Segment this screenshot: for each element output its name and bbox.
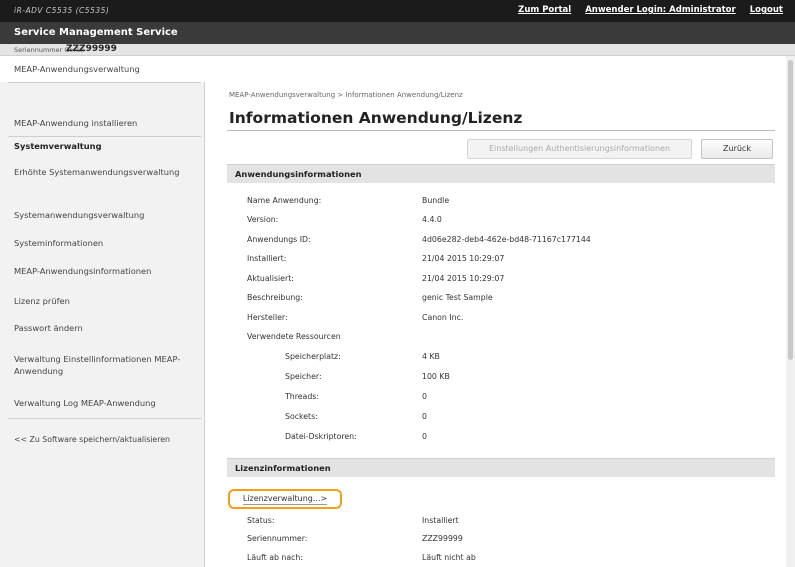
- resource-value: 0: [422, 392, 427, 401]
- license-label: Status:: [247, 516, 275, 525]
- page-title: Informationen Anwendung/Lizenz: [229, 109, 523, 127]
- sidebar-divider: [8, 136, 201, 137]
- info-value: 4.4.0: [422, 215, 442, 224]
- license-value: Läuft nicht ab: [422, 553, 476, 562]
- breadcrumb: MEAP-Anwendungsverwaltung > Informatione…: [229, 91, 463, 99]
- resource-row: Sockets: 0: [205, 412, 795, 426]
- resources-heading-row: Verwendete Ressourcen: [205, 332, 795, 346]
- info-row: Name Anwendung: Bundle: [205, 196, 795, 210]
- top-bar: iR-ADV C5535 (C5535) Zum Portal Anwender…: [0, 0, 795, 22]
- info-row: Hersteller: Canon Inc.: [205, 313, 795, 327]
- license-label: Läuft ab nach:: [247, 553, 303, 562]
- sidebar-item-change-password[interactable]: Passwort ändern: [14, 322, 200, 334]
- app-title: Service Management Service: [14, 27, 178, 38]
- back-button[interactable]: Zurück: [701, 139, 773, 159]
- serial-bar: Seriennummer Gerät: ZZZ99999: [0, 44, 795, 56]
- info-label: Version:: [247, 215, 279, 224]
- info-label: Installiert:: [247, 254, 287, 263]
- portal-link[interactable]: Zum Portal: [518, 5, 571, 15]
- serial-value: ZZZ99999: [66, 44, 117, 54]
- sidebar-divider: [8, 82, 201, 83]
- sidebar: MEAP-Anwendungsverwaltung MEAP-Anwendung…: [0, 56, 205, 567]
- sidebar-item-system-apps[interactable]: Systemanwendungsverwaltung: [14, 209, 200, 221]
- info-value: Bundle: [422, 196, 450, 205]
- resource-label: Speicher:: [285, 372, 322, 381]
- info-label: Beschreibung:: [247, 293, 303, 302]
- info-value: 21/04 2015 10:29:07: [422, 274, 505, 283]
- license-management-label: Lizenzverwaltung...>: [242, 494, 328, 505]
- section-app-info-heading: Anwendungsinformationen: [235, 169, 362, 179]
- section-license-info-heading: Lizenzinformationen: [235, 463, 331, 473]
- info-label: Aktualisiert:: [247, 274, 294, 283]
- resources-label: Verwendete Ressourcen: [247, 332, 341, 341]
- info-value: 4d06e282-deb4-462e-bd48-71167c177144: [422, 235, 591, 244]
- license-value: Installiert: [422, 516, 459, 525]
- sidebar-link-software-update[interactable]: << Zu Software speichern/aktualisieren: [14, 434, 200, 446]
- resource-row: Threads: 0: [205, 392, 795, 406]
- page-scrollbar[interactable]: [786, 56, 795, 567]
- info-row: Installiert: 21/04 2015 10:29:07: [205, 254, 795, 268]
- info-row: Anwendungs ID: 4d06e282-deb4-462e-bd48-71…: [205, 235, 795, 249]
- info-row: Version: 4.4.0: [205, 215, 795, 229]
- user-login-link[interactable]: Anwender Login: Administrator: [585, 5, 736, 15]
- sidebar-item-check-license[interactable]: Lizenz prüfen: [14, 295, 200, 307]
- resource-value: 100 KB: [422, 372, 450, 381]
- info-value: genic Test Sample: [422, 293, 493, 302]
- resource-row: Speicherplatz: 4 KB: [205, 352, 795, 366]
- license-value: ZZZ99999: [422, 534, 463, 543]
- resource-label: Sockets:: [285, 412, 318, 421]
- logout-link[interactable]: Logout: [750, 5, 783, 15]
- resource-value: 0: [422, 432, 427, 441]
- info-label: Anwendungs ID:: [247, 235, 311, 244]
- auth-settings-button[interactable]: Einstellungen Authentisierungsinformatio…: [467, 139, 692, 159]
- scrollbar-thumb[interactable]: [788, 60, 793, 360]
- app-title-bar: Service Management Service: [0, 22, 795, 44]
- sidebar-item-system-info[interactable]: Systeminformationen: [14, 237, 200, 249]
- section-app-info: Anwendungsinformationen: [227, 164, 775, 183]
- sidebar-item-meap-management[interactable]: MEAP-Anwendungsverwaltung: [0, 56, 205, 82]
- sidebar-item-meap-install[interactable]: MEAP-Anwendung installieren: [14, 117, 200, 129]
- resource-value: 4 KB: [422, 352, 440, 361]
- sidebar-item-meap-settings-info[interactable]: Verwaltung Einstellinformationen MEAP-An…: [14, 353, 200, 377]
- license-row: Läuft ab nach: Läuft nicht ab: [205, 553, 795, 567]
- resource-row: Speicher: 100 KB: [205, 372, 795, 386]
- info-label: Name Anwendung:: [247, 196, 322, 205]
- sidebar-item-meap-log[interactable]: Verwaltung Log MEAP-Anwendung: [14, 397, 200, 409]
- sidebar-item-meap-app-info[interactable]: MEAP-Anwendungsinformationen: [14, 265, 200, 277]
- info-row: Aktualisiert: 21/04 2015 10:29:07: [205, 274, 795, 288]
- sidebar-heading-system: Systemverwaltung: [14, 141, 102, 151]
- resource-value: 0: [422, 412, 427, 421]
- info-label: Hersteller:: [247, 313, 288, 322]
- license-row: Status: Installiert: [205, 516, 795, 530]
- top-links: Zum Portal Anwender Login: Administrator…: [518, 5, 783, 15]
- section-license-info: Lizenzinformationen: [227, 458, 775, 477]
- license-row: Seriennummer: ZZZ99999: [205, 534, 795, 548]
- resource-label: Speicherplatz:: [285, 352, 341, 361]
- resource-label: Datei-Dskriptoren:: [285, 432, 357, 441]
- resource-label: Threads:: [285, 392, 319, 401]
- info-value: Canon Inc.: [422, 313, 464, 322]
- sidebar-item-extended-system-apps[interactable]: Erhöhte Systemanwendungsverwaltung: [14, 166, 200, 178]
- info-row: Beschreibung: genic Test Sample: [205, 293, 795, 307]
- resource-row: Datei-Dskriptoren: 0: [205, 432, 795, 446]
- sidebar-divider: [8, 418, 201, 419]
- title-divider: [227, 130, 775, 131]
- info-value: 21/04 2015 10:29:07: [422, 254, 505, 263]
- device-name: iR-ADV C5535 (C5535): [14, 6, 110, 15]
- license-label: Seriennummer:: [247, 534, 308, 543]
- license-management-button[interactable]: Lizenzverwaltung...>: [228, 489, 342, 509]
